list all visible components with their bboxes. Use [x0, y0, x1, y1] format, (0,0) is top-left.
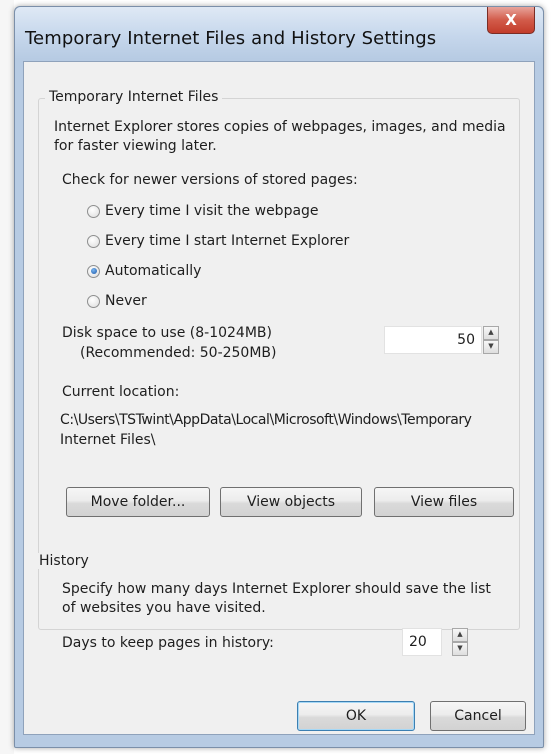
ok-button[interactable]: OK [297, 701, 415, 731]
radio-button-unchecked[interactable] [87, 294, 100, 308]
title-bar[interactable]: Temporary Internet Files and History Set… [15, 7, 543, 59]
spin-down-icon[interactable]: ▼ [452, 642, 468, 656]
close-button[interactable]: X [487, 7, 535, 34]
days-to-keep-stepper[interactable]: ▲ ▼ [452, 628, 468, 656]
view-files-button[interactable]: View files [374, 487, 514, 517]
close-icon: X [505, 11, 517, 29]
history-group-label: History [35, 553, 93, 569]
dialog-client-area: Temporary Internet Files Internet Explor… [23, 61, 535, 735]
radio-every-start[interactable]: Every time I start Internet Explorer [87, 233, 349, 249]
temp-files-description-line1: Internet Explorer stores copies of webpa… [54, 119, 506, 135]
cancel-button[interactable]: Cancel [430, 701, 526, 731]
radio-never[interactable]: Never [87, 293, 147, 309]
settings-dialog: Temporary Internet Files and History Set… [14, 6, 544, 748]
dialog-title: Temporary Internet Files and History Set… [25, 28, 437, 49]
history-description-line1: Specify how many days Internet Explorer … [62, 581, 491, 597]
spin-up-icon[interactable]: ▲ [452, 628, 468, 642]
temp-files-description-line2: for faster viewing later. [54, 138, 217, 154]
radio-label: Every time I start Internet Explorer [105, 233, 350, 249]
radio-button-unchecked[interactable] [87, 204, 100, 218]
move-folder-button[interactable]: Move folder... [66, 487, 210, 517]
radio-button-checked[interactable] [87, 264, 100, 278]
days-to-keep-input[interactable]: 20 [402, 628, 442, 656]
disk-space-input[interactable]: 50 [384, 326, 482, 354]
radio-every-visit[interactable]: Every time I visit the webpage [87, 203, 319, 219]
temp-files-group-label: Temporary Internet Files [45, 89, 223, 105]
radio-automatically[interactable]: Automatically [87, 263, 201, 279]
current-location-path-line2: Internet Files\ [60, 432, 156, 448]
current-location-path-line1: C:\Users\TSTwint\AppData\Local\Microsoft… [60, 412, 472, 428]
disk-space-recommended-label: (Recommended: 50-250MB) [80, 345, 277, 361]
spin-up-icon[interactable]: ▲ [483, 326, 499, 340]
history-description-line2: of websites you have visited. [62, 600, 266, 616]
disk-space-stepper[interactable]: ▲ ▼ [483, 326, 499, 354]
radio-label: Never [105, 293, 147, 309]
radio-button-unchecked[interactable] [87, 234, 100, 248]
current-location-label: Current location: [62, 384, 180, 400]
days-to-keep-label: Days to keep pages in history: [62, 635, 274, 651]
radio-label: Every time I visit the webpage [105, 203, 319, 219]
check-newer-label: Check for newer versions of stored pages… [62, 172, 358, 188]
spin-down-icon[interactable]: ▼ [483, 340, 499, 354]
radio-label: Automatically [105, 263, 202, 279]
disk-space-label: Disk space to use (8-1024MB) [62, 325, 272, 341]
view-objects-button[interactable]: View objects [220, 487, 362, 517]
